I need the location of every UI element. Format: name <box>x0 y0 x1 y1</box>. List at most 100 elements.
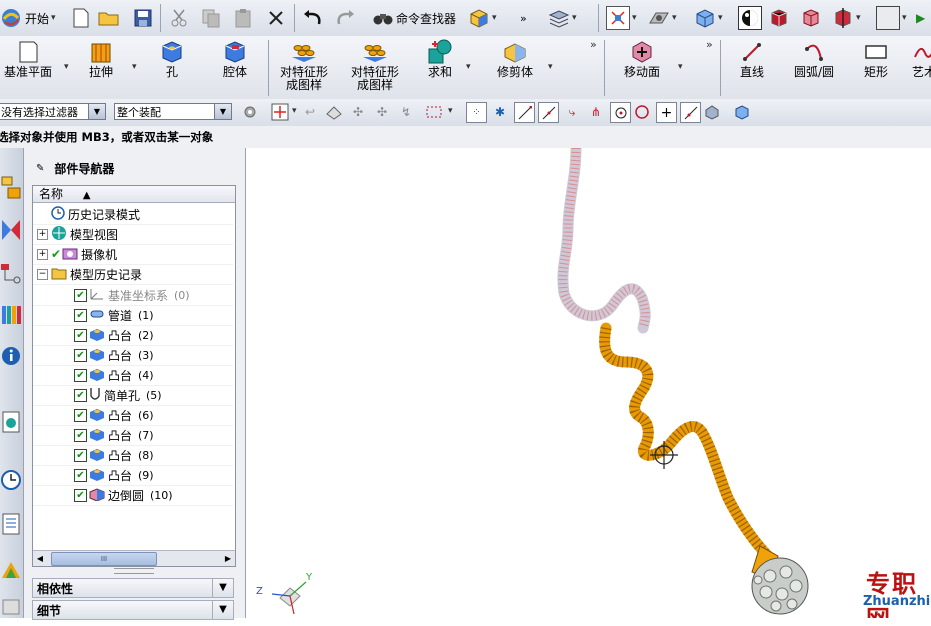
chevron-down-icon[interactable]: ▼ <box>88 104 105 119</box>
select-feature-button[interactable] <box>270 102 290 122</box>
start-menu-button[interactable]: 开始 ▾ <box>0 4 56 32</box>
command-finder-button[interactable]: 命令查找器 <box>372 4 456 32</box>
visibility-checkbox[interactable]: ✔ <box>74 488 87 502</box>
pattern-feature-button[interactable]: 对特征形 成图样 <box>274 38 334 96</box>
orient-cube-button[interactable]: ▾ <box>694 4 723 32</box>
model-canvas[interactable] <box>246 148 931 618</box>
component-select-button[interactable] <box>732 102 752 122</box>
line-button[interactable]: 直线 <box>730 38 774 96</box>
mid-point-toggle[interactable] <box>538 102 559 123</box>
visibility-checkbox[interactable]: ✔ <box>74 368 87 382</box>
chevron-down-icon[interactable]: ▼ <box>214 104 231 119</box>
overflow-icon[interactable]: » <box>590 38 597 51</box>
scroll-thumb[interactable]: III <box>51 552 157 566</box>
snap-point-toggle[interactable]: ⁘ <box>466 102 487 123</box>
paste-button[interactable] <box>232 4 254 32</box>
details-section[interactable]: 细节 ▼ <box>32 600 234 620</box>
tree-node-model-history[interactable]: − 模型历史记录 <box>33 264 233 285</box>
overflow-button[interactable]: » <box>520 4 527 32</box>
point-on-curve-toggle[interactable] <box>680 102 701 123</box>
section-view-button[interactable]: ▾ <box>832 4 861 32</box>
extrude-button[interactable]: 拉伸 <box>78 38 124 96</box>
palette-tab[interactable] <box>0 548 22 588</box>
graphics-window[interactable]: Z Y 专职网 Zhuanzhi.Net <box>246 148 931 618</box>
system-materials-tab[interactable] <box>0 504 22 544</box>
intersection-button[interactable]: ⋔ <box>586 102 606 122</box>
feature-row-edge-blend[interactable]: ✔ 边倒圆 (10) <box>33 485 233 506</box>
snap-2-button[interactable]: ✣ <box>372 102 392 122</box>
tree-node-cameras[interactable]: + ✔ 摄像机 <box>33 244 233 265</box>
web-browser-tab[interactable] <box>0 402 22 442</box>
cut-button[interactable] <box>168 4 190 32</box>
save-button[interactable] <box>132 4 154 32</box>
splitter-grip[interactable] <box>114 568 154 574</box>
unite-button[interactable]: 求和 <box>420 38 460 96</box>
overflow-icon[interactable]: » <box>706 38 713 51</box>
visibility-checkbox[interactable]: ✔ <box>74 428 87 442</box>
copy-button[interactable] <box>200 4 222 32</box>
pocket-button[interactable]: 腔体 <box>212 38 258 96</box>
snap-1-button[interactable]: ✣ <box>348 102 368 122</box>
visibility-checkbox[interactable]: ✔ <box>74 348 87 362</box>
snap-3-button[interactable]: ↯ <box>396 102 416 122</box>
point-on-face-button[interactable] <box>702 102 722 122</box>
roles-tab[interactable] <box>0 586 22 626</box>
existing-point-toggle[interactable]: + <box>656 102 677 123</box>
snap-midpoint-button[interactable]: ✱ <box>490 102 510 122</box>
play-button[interactable]: ▶ <box>916 4 925 32</box>
background-color-button[interactable]: ▾ <box>876 4 907 32</box>
tree-node-history-mode[interactable]: 历史记录模式 <box>33 204 233 225</box>
dependencies-section[interactable]: 相依性 ▼ <box>32 578 234 598</box>
name-column-header[interactable]: 名称 ▲ <box>33 186 235 203</box>
quadrant-button[interactable] <box>632 102 652 122</box>
studio-spline-button[interactable]: 艺术 <box>904 38 931 96</box>
hole-button[interactable]: 孔 <box>152 38 192 96</box>
collapse-toggle-icon[interactable]: − <box>37 268 48 280</box>
info-tab[interactable] <box>0 336 22 376</box>
horizontal-scrollbar[interactable]: ◀ III ▶ <box>33 550 235 566</box>
type-filter-select[interactable]: 没有选择过滤器 ▼ <box>0 103 106 120</box>
filter-gear-button[interactable] <box>240 102 260 122</box>
arc-center-toggle[interactable] <box>610 102 631 123</box>
visibility-checkbox[interactable]: ✔ <box>74 448 87 462</box>
assembly-navigator-tab[interactable] <box>0 168 22 208</box>
reuse-library-tab[interactable] <box>0 294 22 334</box>
visibility-checkbox[interactable]: ✔ <box>74 408 87 422</box>
visibility-checkbox[interactable]: ✔ <box>74 328 87 342</box>
pin-icon[interactable]: ✎ <box>36 163 44 174</box>
wireframe-button[interactable] <box>800 4 822 32</box>
feature-row-boss-2[interactable]: ✔ 凸台 (2) <box>33 325 233 346</box>
selection-scope-select[interactable]: 整个装配 ▼ <box>114 103 232 120</box>
rectangle-button[interactable]: 矩形 <box>856 38 896 96</box>
undo-button[interactable] <box>302 4 324 32</box>
visibility-checkbox[interactable]: ✔ <box>74 288 87 302</box>
arc-circle-button[interactable]: 圆弧/圆 <box>788 38 840 96</box>
open-file-button[interactable] <box>98 4 120 32</box>
redo-button[interactable] <box>334 4 356 32</box>
feature-row-simple-hole[interactable]: ✔ 简单孔 (5) <box>33 385 233 406</box>
delete-button[interactable] <box>265 4 287 32</box>
chevron-down-icon[interactable]: ▼ <box>212 601 233 619</box>
pattern-feature-button-2[interactable]: 对特征形 成图样 <box>344 38 406 96</box>
feature-row-datum-csys[interactable]: ✔ 基准坐标系 (0) <box>33 285 233 306</box>
constraint-navigator-tab[interactable] <box>0 210 22 250</box>
hidden-edge-button[interactable] <box>768 4 790 32</box>
visibility-checkbox[interactable]: ✔ <box>74 468 87 482</box>
part-navigator-tab[interactable] <box>0 252 22 292</box>
datum-plane-button[interactable]: 基准平面 <box>0 38 56 96</box>
scroll-left-icon[interactable]: ◀ <box>33 551 47 565</box>
rectangle-select-button[interactable] <box>424 102 444 122</box>
end-point-toggle[interactable] <box>514 102 535 123</box>
fit-view-button[interactable]: ▾ <box>606 4 637 32</box>
visibility-checkbox[interactable]: ✔ <box>74 308 87 322</box>
layer-settings-button[interactable]: ▾ <box>548 4 577 32</box>
select-body-button[interactable] <box>324 102 344 122</box>
move-face-button[interactable]: 移动面 <box>616 38 668 96</box>
new-file-button[interactable] <box>70 4 92 32</box>
feature-row-boss-7[interactable]: ✔ 凸台 (7) <box>33 425 233 446</box>
feature-row-tube[interactable]: ✔ 管道 (1) <box>33 305 233 326</box>
feature-row-boss-3[interactable]: ✔ 凸台 (3) <box>33 345 233 366</box>
shading-mode-button[interactable] <box>738 4 762 32</box>
expand-toggle-icon[interactable]: + <box>37 248 48 260</box>
history-tab[interactable] <box>0 460 22 500</box>
